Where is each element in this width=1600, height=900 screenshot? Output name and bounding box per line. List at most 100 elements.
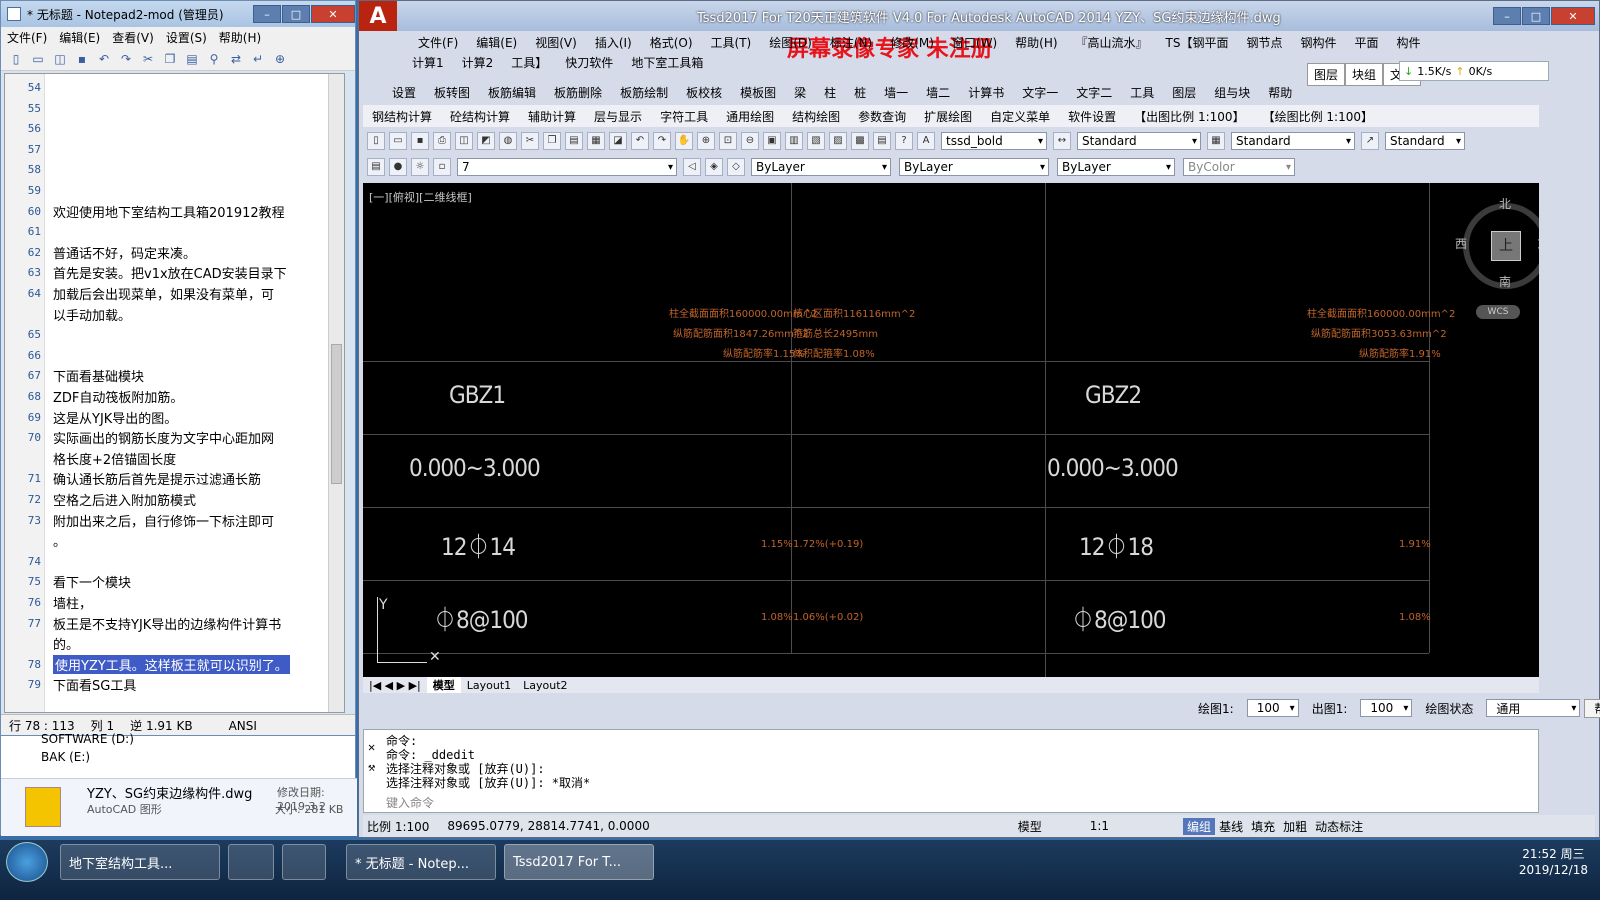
command-input[interactable]: 键入命令 — [386, 794, 434, 811]
tssd-menu-item[interactable]: 板转图 — [425, 84, 479, 101]
cad-menu-item[interactable]: 『高山流水』 — [1067, 34, 1157, 51]
tssd-menu-item[interactable]: 梁 — [785, 84, 815, 101]
text-line[interactable]: 欢迎使用地下室结构工具箱201912教程 — [53, 202, 285, 221]
design-center-icon[interactable]: ▥ — [785, 132, 803, 150]
tssd-menu-item[interactable]: 辅助计算 — [519, 108, 585, 125]
find-icon[interactable]: ⚲ — [206, 51, 222, 67]
notepad-menu-item[interactable]: 编辑(E) — [53, 29, 106, 46]
new-icon[interactable]: ▯ — [367, 132, 385, 150]
maximize-button[interactable]: □ — [282, 5, 310, 23]
paste-icon[interactable]: ▤ — [565, 132, 583, 150]
tssd-menu-item[interactable]: 层与显示 — [585, 108, 651, 125]
copy-icon[interactable]: ❐ — [543, 132, 561, 150]
tab-nav-icon[interactable]: |◀ ◀ ▶ ▶| — [363, 679, 427, 692]
notepad-menu-item[interactable]: 查看(V) — [106, 29, 160, 46]
tssd-menu-item[interactable]: 砼结构计算 — [441, 108, 519, 125]
sheet-icon[interactable]: ▨ — [829, 132, 847, 150]
status-bold[interactable]: 加粗 — [1279, 818, 1311, 835]
tab-layers[interactable]: 图层 — [1307, 63, 1346, 86]
text-line[interactable]: 使用YZY工具。这样板王就可以识别了。 — [53, 654, 290, 674]
cad-close-button[interactable]: ✕ — [1551, 7, 1595, 25]
dim-style-combo[interactable]: Standard — [1077, 132, 1201, 150]
block-icon[interactable]: ◪ — [609, 132, 627, 150]
system-clock[interactable]: 21:52 周三 2019/12/18 — [1519, 846, 1588, 878]
cad-menu-item[interactable]: 标注(N) — [821, 34, 881, 51]
cad-menu-item[interactable]: 帮助(H) — [1006, 34, 1066, 51]
tssd-menu-item[interactable]: 自定义菜单 — [981, 108, 1059, 125]
notepad-menu-item[interactable]: 文件(F) — [1, 29, 53, 46]
tssd-menu-item[interactable]: 文字一 — [1013, 84, 1067, 101]
close-button[interactable]: ✕ — [311, 5, 355, 23]
tssd-menu-item[interactable]: 柱 — [815, 84, 845, 101]
undo-icon[interactable]: ↶ — [631, 132, 649, 150]
lineweight-combo[interactable]: ByLayer — [1057, 158, 1175, 176]
tssd-menu-item[interactable]: 模板图 — [731, 84, 785, 101]
plotstyle-combo[interactable]: ByColor — [1183, 158, 1295, 176]
replace-icon[interactable]: ⇄ — [228, 51, 244, 67]
tssd-menu-item[interactable]: 墙一 — [875, 84, 917, 101]
column-id-gbz2[interactable]: GBZ2 — [1085, 381, 1142, 409]
tssd-menu-item[interactable]: 扩展绘图 — [915, 108, 981, 125]
stirrup[interactable]: ⏀8@100 — [1071, 600, 1167, 635]
paste-icon[interactable]: ▤ — [184, 51, 200, 67]
task-item-browser[interactable] — [228, 844, 274, 880]
text-line[interactable]: 实际画出的钢筋长度为文字中心距加网 — [53, 428, 274, 447]
tssd-menu-item[interactable]: 【绘图比例 1:100】 — [1254, 108, 1382, 125]
compass-north[interactable]: 北 — [1499, 195, 1511, 212]
tab-model[interactable]: 模型 — [426, 677, 461, 693]
browse-icon[interactable]: ◫ — [52, 51, 68, 67]
text-line[interactable]: 加载后会出现菜单，如果没有菜单，可 — [53, 284, 274, 303]
open-icon[interactable]: ▭ — [30, 51, 46, 67]
area-note[interactable]: 柱全截面面积160000.00mm^2 — [1307, 305, 1455, 320]
area-note[interactable]: 纵筋配筋面积1847.26mm^2 — [673, 325, 809, 340]
ratio-label[interactable]: 1.08% — [1399, 612, 1431, 623]
editor-area[interactable]: 54 55 56 57 58 59 60 欢迎使用地下室结构工具箱201912教程 61 62 普通… — [4, 73, 345, 713]
draw-scale-combo[interactable]: 100 — [1246, 699, 1299, 717]
autocad-logo-icon[interactable]: A — [359, 1, 397, 31]
tssd-menu-item[interactable]: 结构绘图 — [783, 108, 849, 125]
copy-icon[interactable]: ❐ — [162, 51, 178, 67]
tssd-menu-item[interactable]: 板筋绘制 — [611, 84, 677, 101]
cut-icon[interactable]: ✂ — [521, 132, 539, 150]
calc-icon[interactable]: ▤ — [873, 132, 891, 150]
core-note[interactable]: 核心区面积116116mm^2 — [793, 305, 915, 320]
tssd-menu-item[interactable]: 图层 — [1163, 84, 1205, 101]
cad-menu-item[interactable]: 修改(M) — [881, 34, 943, 51]
text-line[interactable]: 空格之后进入附加筋模式 — [53, 490, 196, 509]
text-line[interactable]: 的。 — [53, 634, 79, 653]
ratio-label[interactable]: 1.91% — [1399, 539, 1431, 550]
start-button[interactable] — [6, 842, 48, 882]
tssd-menu-item[interactable]: 桩 — [845, 84, 875, 101]
compass-east[interactable]: 东 — [1537, 235, 1539, 252]
cad-menu-item[interactable]: 工具(T) — [702, 34, 761, 51]
status-scale[interactable]: 比例 1:100 — [363, 818, 433, 835]
tssd-menu-item[interactable]: 计算书 — [959, 84, 1013, 101]
properties-icon[interactable]: ▣ — [763, 132, 781, 150]
text-style-combo[interactable]: tssd_bold — [941, 132, 1047, 150]
help-icon[interactable]: ? — [895, 132, 913, 150]
text-line[interactable]: 。 — [53, 531, 66, 550]
core-note[interactable]: 体积配箍率1.08% — [793, 345, 875, 360]
text-line[interactable]: 普通话不好，码定来凑。 — [53, 243, 196, 262]
vertical-scrollbar[interactable] — [328, 74, 344, 712]
cad-menu-item[interactable]: 窗口(W) — [943, 34, 1006, 51]
tssd-menu-item[interactable]: 帮助 — [1259, 84, 1301, 101]
cad-menu-item[interactable]: 钢构件 — [1292, 34, 1346, 51]
tssd-menu-item[interactable]: 通用绘图 — [717, 108, 783, 125]
cad-menu-item[interactable]: 文件(F) — [409, 34, 467, 51]
tssd-menu-item[interactable]: 钢结构计算 — [363, 108, 441, 125]
cad-menu-item[interactable]: 计算1 — [403, 54, 453, 71]
cad-menu-item[interactable]: 构件 — [1388, 34, 1430, 51]
match-icon[interactable]: ▦ — [587, 132, 605, 150]
wcs-menu[interactable]: WCS — [1476, 305, 1520, 319]
elevation-range[interactable]: 0.000~3.000 — [1047, 454, 1179, 482]
text-line[interactable]: ZDF自动筏板附加筋。 — [53, 387, 183, 406]
column-id-gbz1[interactable]: GBZ1 — [449, 381, 506, 409]
layer-manager-icon[interactable]: ▤ — [367, 158, 385, 176]
stirrup[interactable]: ⏀8@100 — [433, 600, 529, 635]
layer-match-icon[interactable]: ◇ — [727, 158, 745, 176]
ratio-label[interactable]: 1.06%(+0.02) — [793, 612, 863, 623]
tab-layout2[interactable]: Layout2 — [517, 679, 573, 692]
zoom-prev-icon[interactable]: ⊖ — [741, 132, 759, 150]
status-dyndim[interactable]: 动态标注 — [1311, 818, 1367, 835]
